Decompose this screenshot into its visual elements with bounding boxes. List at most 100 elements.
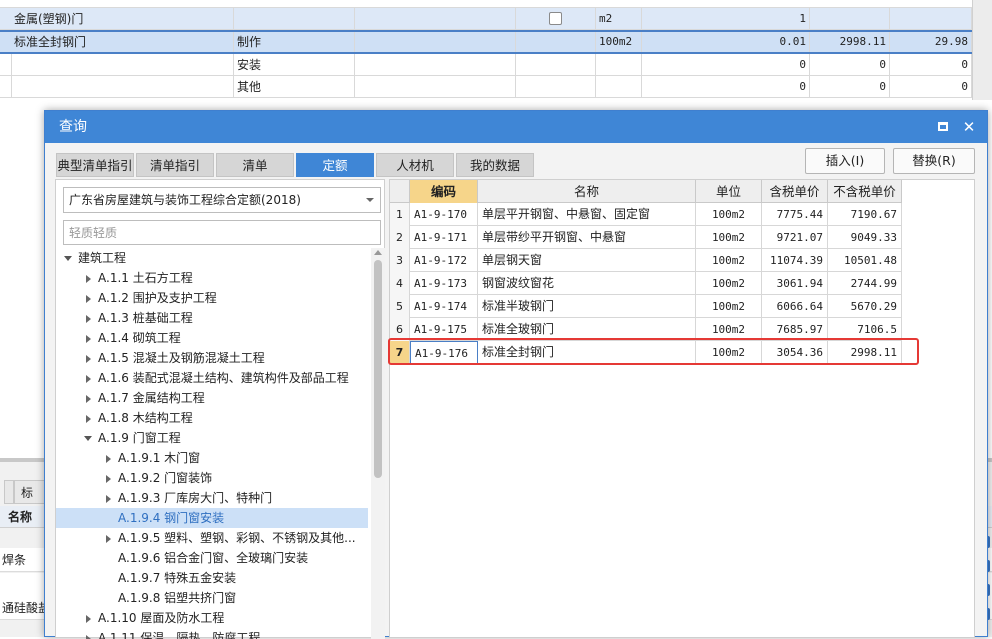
- expand-right-icon: [86, 615, 91, 623]
- tab-quota[interactable]: 定额: [296, 153, 374, 177]
- tree-item-a1-5[interactable]: A.1.5 混凝土及钢筋混凝土工程: [56, 348, 368, 368]
- background-row-selected[interactable]: 标准全封钢门 制作 100m2 0.01 2998.11 29.98: [0, 30, 972, 54]
- expand-right-icon: [86, 355, 91, 363]
- grid-row[interactable]: 6 A1-9-175 标准全玻钢门 100m2 7685.97 7106.5: [390, 318, 902, 341]
- bg-qty-cell: 0: [642, 76, 810, 98]
- expand-down-icon: [84, 436, 92, 441]
- row-name: 标准半玻钢门: [478, 295, 696, 318]
- tree-item-label: A.1.2 围护及支护工程: [98, 291, 217, 305]
- expand-right-icon: [86, 295, 91, 303]
- quota-search-input[interactable]: [63, 220, 381, 245]
- row-price-notax: 9049.33: [828, 226, 902, 249]
- tree-item-a1-3[interactable]: A.1.3 桩基础工程: [56, 308, 368, 328]
- row-unit: 100m2: [696, 341, 762, 364]
- tree-item-label: A.1.9.6 铝合金门窗、全玻璃门安装: [118, 551, 309, 565]
- tree-item-building[interactable]: 建筑工程: [56, 248, 368, 268]
- tree-item-a1-2[interactable]: A.1.2 围护及支护工程: [56, 288, 368, 308]
- quota-library-value: 广东省房屋建筑与装饰工程综合定额(2018): [69, 193, 301, 207]
- tab-bill[interactable]: 清单: [216, 153, 294, 177]
- row-code: A1-9-170: [410, 203, 478, 226]
- bg-qty-cell: 1: [642, 8, 810, 30]
- tab-typical-bill-guide[interactable]: 典型清单指引: [56, 153, 134, 177]
- tree-item-a1-9-1[interactable]: A.1.9.1 木门窗: [56, 448, 368, 468]
- tree-item-label: A.1.11 保温、隔热、防腐工程: [98, 631, 261, 639]
- bg-price-cell: 2998.11: [810, 32, 890, 52]
- tree-item-a1-9-8[interactable]: A.1.9.8 铝塑共挤门窗: [56, 588, 368, 608]
- grid-header: 编码 名称 单位 含税单价 不含税单价: [390, 180, 902, 203]
- tree-item-label: A.1.9.4 钢门窗安装: [118, 511, 225, 525]
- expand-right-icon: [106, 455, 111, 463]
- grid-row[interactable]: 1 A1-9-170 单层平开钢窗、中悬窗、固定窗 100m2 7775.44 …: [390, 203, 902, 226]
- bg-lower-tab-partial[interactable]: [4, 480, 14, 504]
- tab-bill-guide[interactable]: 清单指引: [136, 153, 214, 177]
- grid-header-name[interactable]: 名称: [478, 180, 696, 203]
- grid-row[interactable]: 4 A1-9-173 钢窗波纹窗花 100m2 3061.94 2744.99: [390, 272, 902, 295]
- expand-right-icon: [86, 375, 91, 383]
- tree-item-a1-8[interactable]: A.1.8 木结构工程: [56, 408, 368, 428]
- tree-item-a1-9[interactable]: A.1.9 门窗工程: [56, 428, 368, 448]
- bg-price-cell: 0: [810, 76, 890, 98]
- grid-header-price-notax[interactable]: 不含税单价: [828, 180, 902, 203]
- grid-row[interactable]: 5 A1-9-174 标准半玻钢门 100m2 6066.64 5670.29: [390, 295, 902, 318]
- tree-scrollbar-thumb[interactable]: [374, 260, 382, 478]
- bg-total-cell: 0: [890, 54, 972, 76]
- bg-row-checkbox[interactable]: [549, 12, 562, 25]
- background-scrollbar[interactable]: [972, 0, 992, 100]
- bg-lower-tab[interactable]: 标准: [14, 480, 48, 524]
- row-price-tax: 9721.07: [762, 226, 828, 249]
- tab-my-data[interactable]: 我的数据: [456, 153, 534, 177]
- grid-row[interactable]: 2 A1-9-171 单层带纱平开钢窗、中悬窗 100m2 9721.07 90…: [390, 226, 902, 249]
- expand-right-icon: [86, 275, 91, 283]
- tree-item-label: A.1.7 金属结构工程: [98, 391, 205, 405]
- tree-item-a1-6[interactable]: A.1.6 装配式混凝土结构、建筑构件及部品工程: [56, 368, 368, 388]
- tree-item-a1-9-2[interactable]: A.1.9.2 门窗装饰: [56, 468, 368, 488]
- bg-qty-cell: 0: [642, 54, 810, 76]
- maximize-button[interactable]: [933, 117, 953, 137]
- bg-type-cell: 安装: [234, 54, 355, 76]
- quota-library-select[interactable]: 广东省房屋建筑与装饰工程综合定额(2018): [63, 187, 381, 213]
- grid-row[interactable]: 3 A1-9-172 单层钢天窗 100m2 11074.39 10501.48: [390, 249, 902, 272]
- scroll-up-icon[interactable]: [374, 250, 382, 255]
- expand-right-icon: [86, 395, 91, 403]
- row-price-notax: 2744.99: [828, 272, 902, 295]
- bg-total-cell: 29.98: [890, 32, 972, 52]
- insert-button[interactable]: 插入(I): [805, 148, 885, 174]
- tab-labor-material-machine[interactable]: 人材机: [376, 153, 454, 177]
- tree-item-label: A.1.6 装配式混凝土结构、建筑构件及部品工程: [98, 371, 349, 385]
- grid-header-code[interactable]: 编码: [410, 180, 478, 203]
- tree-item-label: A.1.9.7 特殊五金安装: [118, 571, 237, 585]
- tree-item-a1-4[interactable]: A.1.4 砌筑工程: [56, 328, 368, 348]
- expand-right-icon: [106, 495, 111, 503]
- bg-qty-cell: 0.01: [642, 32, 810, 52]
- tree-item-a1-9-5[interactable]: A.1.9.5 塑料、塑钢、彩钢、不锈钢及其他...: [56, 528, 368, 548]
- replace-button[interactable]: 替换(R): [893, 148, 975, 174]
- background-row-door[interactable]: 金属(塑钢)门 m2 1: [0, 8, 972, 30]
- background-row-install[interactable]: 安装 0 0 0: [0, 54, 972, 76]
- tree-item-a1-9-3[interactable]: A.1.9.3 厂库房大门、特种门: [56, 488, 368, 508]
- row-code: A1-9-176: [410, 341, 478, 364]
- row-code: A1-9-171: [410, 226, 478, 249]
- tree-item-a1-10[interactable]: A.1.10 屋面及防水工程: [56, 608, 368, 628]
- tree-item-a1-11[interactable]: A.1.11 保温、隔热、防腐工程: [56, 628, 368, 639]
- bg-type-cell: 制作: [234, 32, 355, 52]
- quota-tree: 建筑工程 A.1.1 土石方工程 A.1.2 围护及支护工程 A.1.3 桩基础…: [56, 248, 371, 639]
- row-unit: 100m2: [696, 318, 762, 341]
- row-name: 单层带纱平开钢窗、中悬窗: [478, 226, 696, 249]
- bg-checkbox-cell: [516, 8, 596, 30]
- tree-item-a1-9-4[interactable]: A.1.9.4 钢门窗安装: [56, 508, 368, 528]
- tree-scrollbar[interactable]: [371, 248, 385, 639]
- row-name: 单层平开钢窗、中悬窗、固定窗: [478, 203, 696, 226]
- row-price-tax: 3054.36: [762, 341, 828, 364]
- background-row-other[interactable]: 其他 0 0 0: [0, 76, 972, 98]
- tree-item-a1-1[interactable]: A.1.1 土石方工程: [56, 268, 368, 288]
- grid-row-selected[interactable]: 7 A1-9-176 标准全封钢门 100m2 3054.36 2998.11: [390, 341, 902, 364]
- row-unit: 100m2: [696, 249, 762, 272]
- close-button[interactable]: ✕: [959, 117, 979, 137]
- tree-item-a1-7[interactable]: A.1.7 金属结构工程: [56, 388, 368, 408]
- bg-total-cell: [890, 8, 972, 30]
- tree-item-a1-9-6[interactable]: A.1.9.6 铝合金门窗、全玻璃门安装: [56, 548, 368, 568]
- grid-header-price-tax[interactable]: 含税单价: [762, 180, 828, 203]
- dialog-titlebar[interactable]: 查询 ✕: [45, 111, 987, 143]
- grid-header-unit[interactable]: 单位: [696, 180, 762, 203]
- tree-item-a1-9-7[interactable]: A.1.9.7 特殊五金安装: [56, 568, 368, 588]
